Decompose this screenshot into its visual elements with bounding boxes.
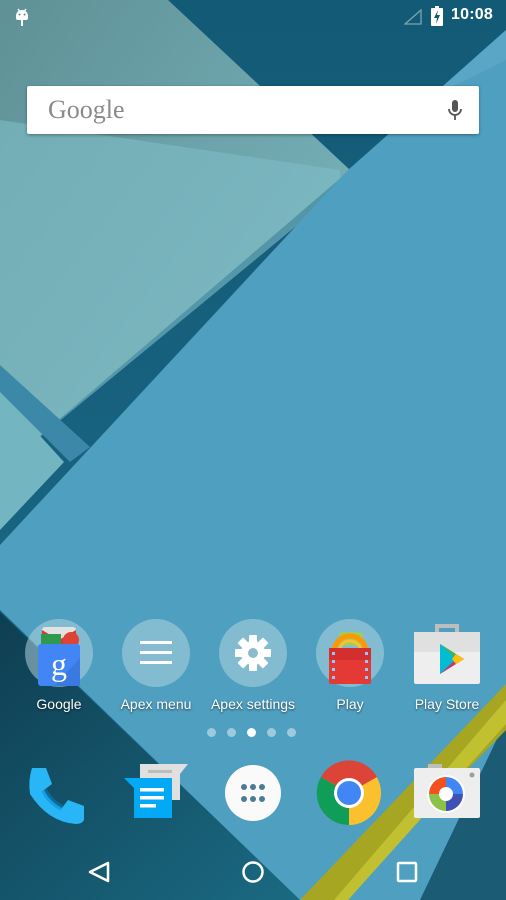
home-icon bbox=[242, 861, 264, 883]
dock-phone[interactable] bbox=[24, 758, 94, 828]
dock-chrome[interactable] bbox=[314, 758, 384, 828]
google-logo: Google bbox=[48, 95, 125, 124]
page-dot[interactable] bbox=[287, 728, 296, 737]
app-google[interactable]: g Google bbox=[10, 618, 108, 718]
svg-text:g: g bbox=[51, 646, 67, 682]
google-folder-icon: g bbox=[24, 618, 94, 688]
page-dot[interactable] bbox=[207, 728, 216, 737]
messages-icon bbox=[124, 764, 188, 818]
camera-icon bbox=[414, 764, 480, 818]
gear-icon bbox=[218, 618, 288, 688]
dock-camera[interactable] bbox=[412, 758, 482, 828]
android-debug-icon bbox=[14, 7, 30, 31]
app-apex-settings[interactable]: Apex settings bbox=[204, 618, 302, 718]
app-label: Play Store bbox=[414, 696, 480, 712]
status-bar: 10:08 bbox=[0, 0, 506, 32]
dock-messenger[interactable] bbox=[120, 758, 190, 828]
recents-icon bbox=[396, 861, 418, 883]
menu-icon bbox=[121, 618, 191, 688]
microphone-icon[interactable] bbox=[447, 98, 463, 126]
google-search-bar[interactable]: Google bbox=[27, 86, 479, 134]
back-button[interactable] bbox=[79, 852, 119, 892]
battery-charging-icon bbox=[431, 6, 443, 30]
app-apex-menu[interactable]: Apex menu bbox=[107, 618, 205, 718]
back-icon bbox=[88, 861, 110, 883]
recents-button[interactable] bbox=[387, 852, 427, 892]
home-button[interactable] bbox=[233, 852, 273, 892]
page-dot-active[interactable] bbox=[247, 728, 256, 737]
page-dot[interactable] bbox=[227, 728, 236, 737]
app-play[interactable]: Play bbox=[301, 618, 399, 718]
page-dot[interactable] bbox=[267, 728, 276, 737]
clock: 10:08 bbox=[451, 6, 493, 23]
chrome-icon bbox=[316, 760, 381, 826]
app-drawer-icon bbox=[225, 765, 281, 821]
signal-empty-icon bbox=[403, 8, 422, 29]
app-play-store[interactable]: Play Store bbox=[398, 618, 496, 718]
page-indicator bbox=[207, 727, 301, 739]
dock-app-drawer[interactable] bbox=[218, 758, 288, 828]
play-store-icon bbox=[412, 618, 482, 688]
play-folder-icon bbox=[315, 618, 385, 688]
phone-icon bbox=[29, 768, 84, 824]
